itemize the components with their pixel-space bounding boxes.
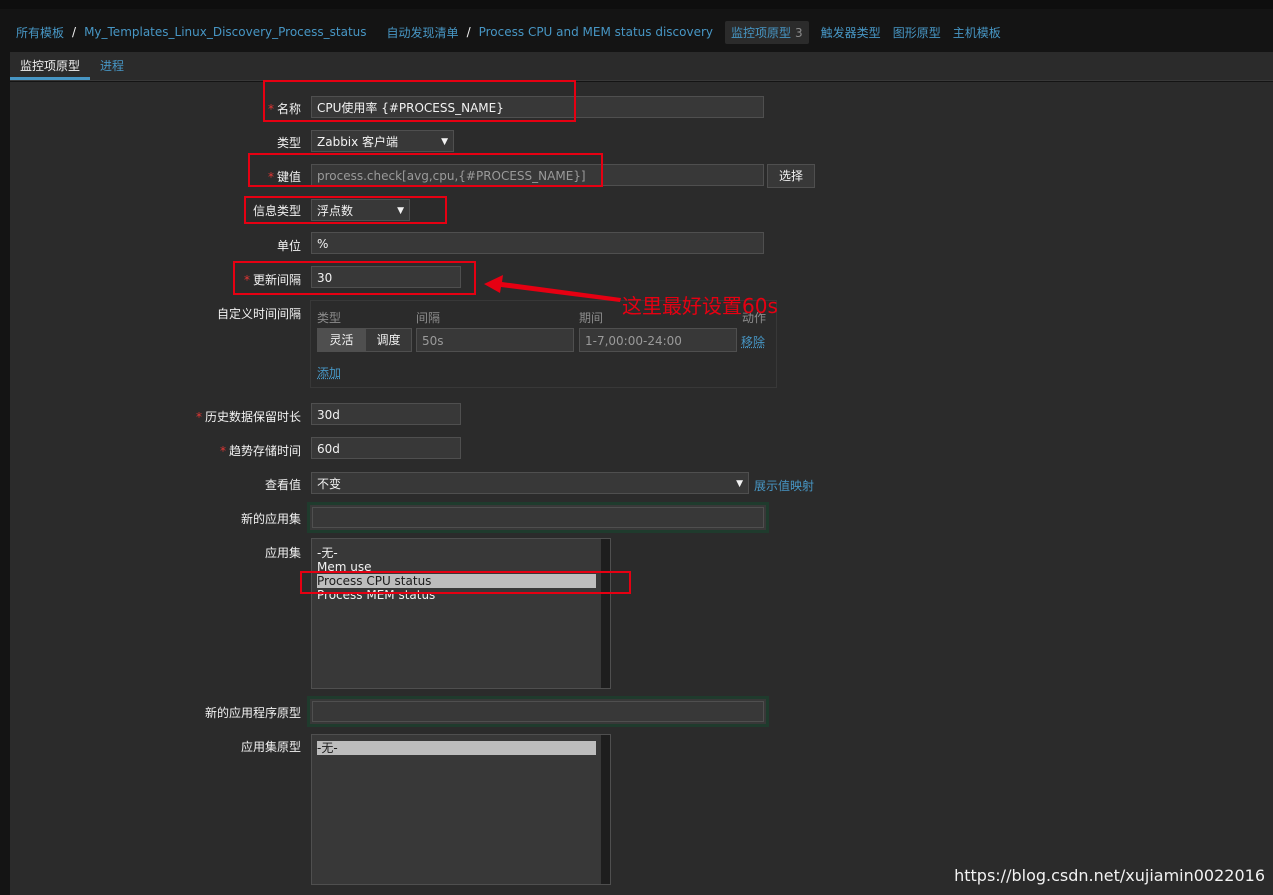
watermark: https://blog.csdn.net/xujiamin0022016 bbox=[954, 866, 1265, 885]
annotation-text: 这里最好设置60s bbox=[622, 294, 778, 318]
annotation-arrow-icon bbox=[484, 275, 621, 302]
